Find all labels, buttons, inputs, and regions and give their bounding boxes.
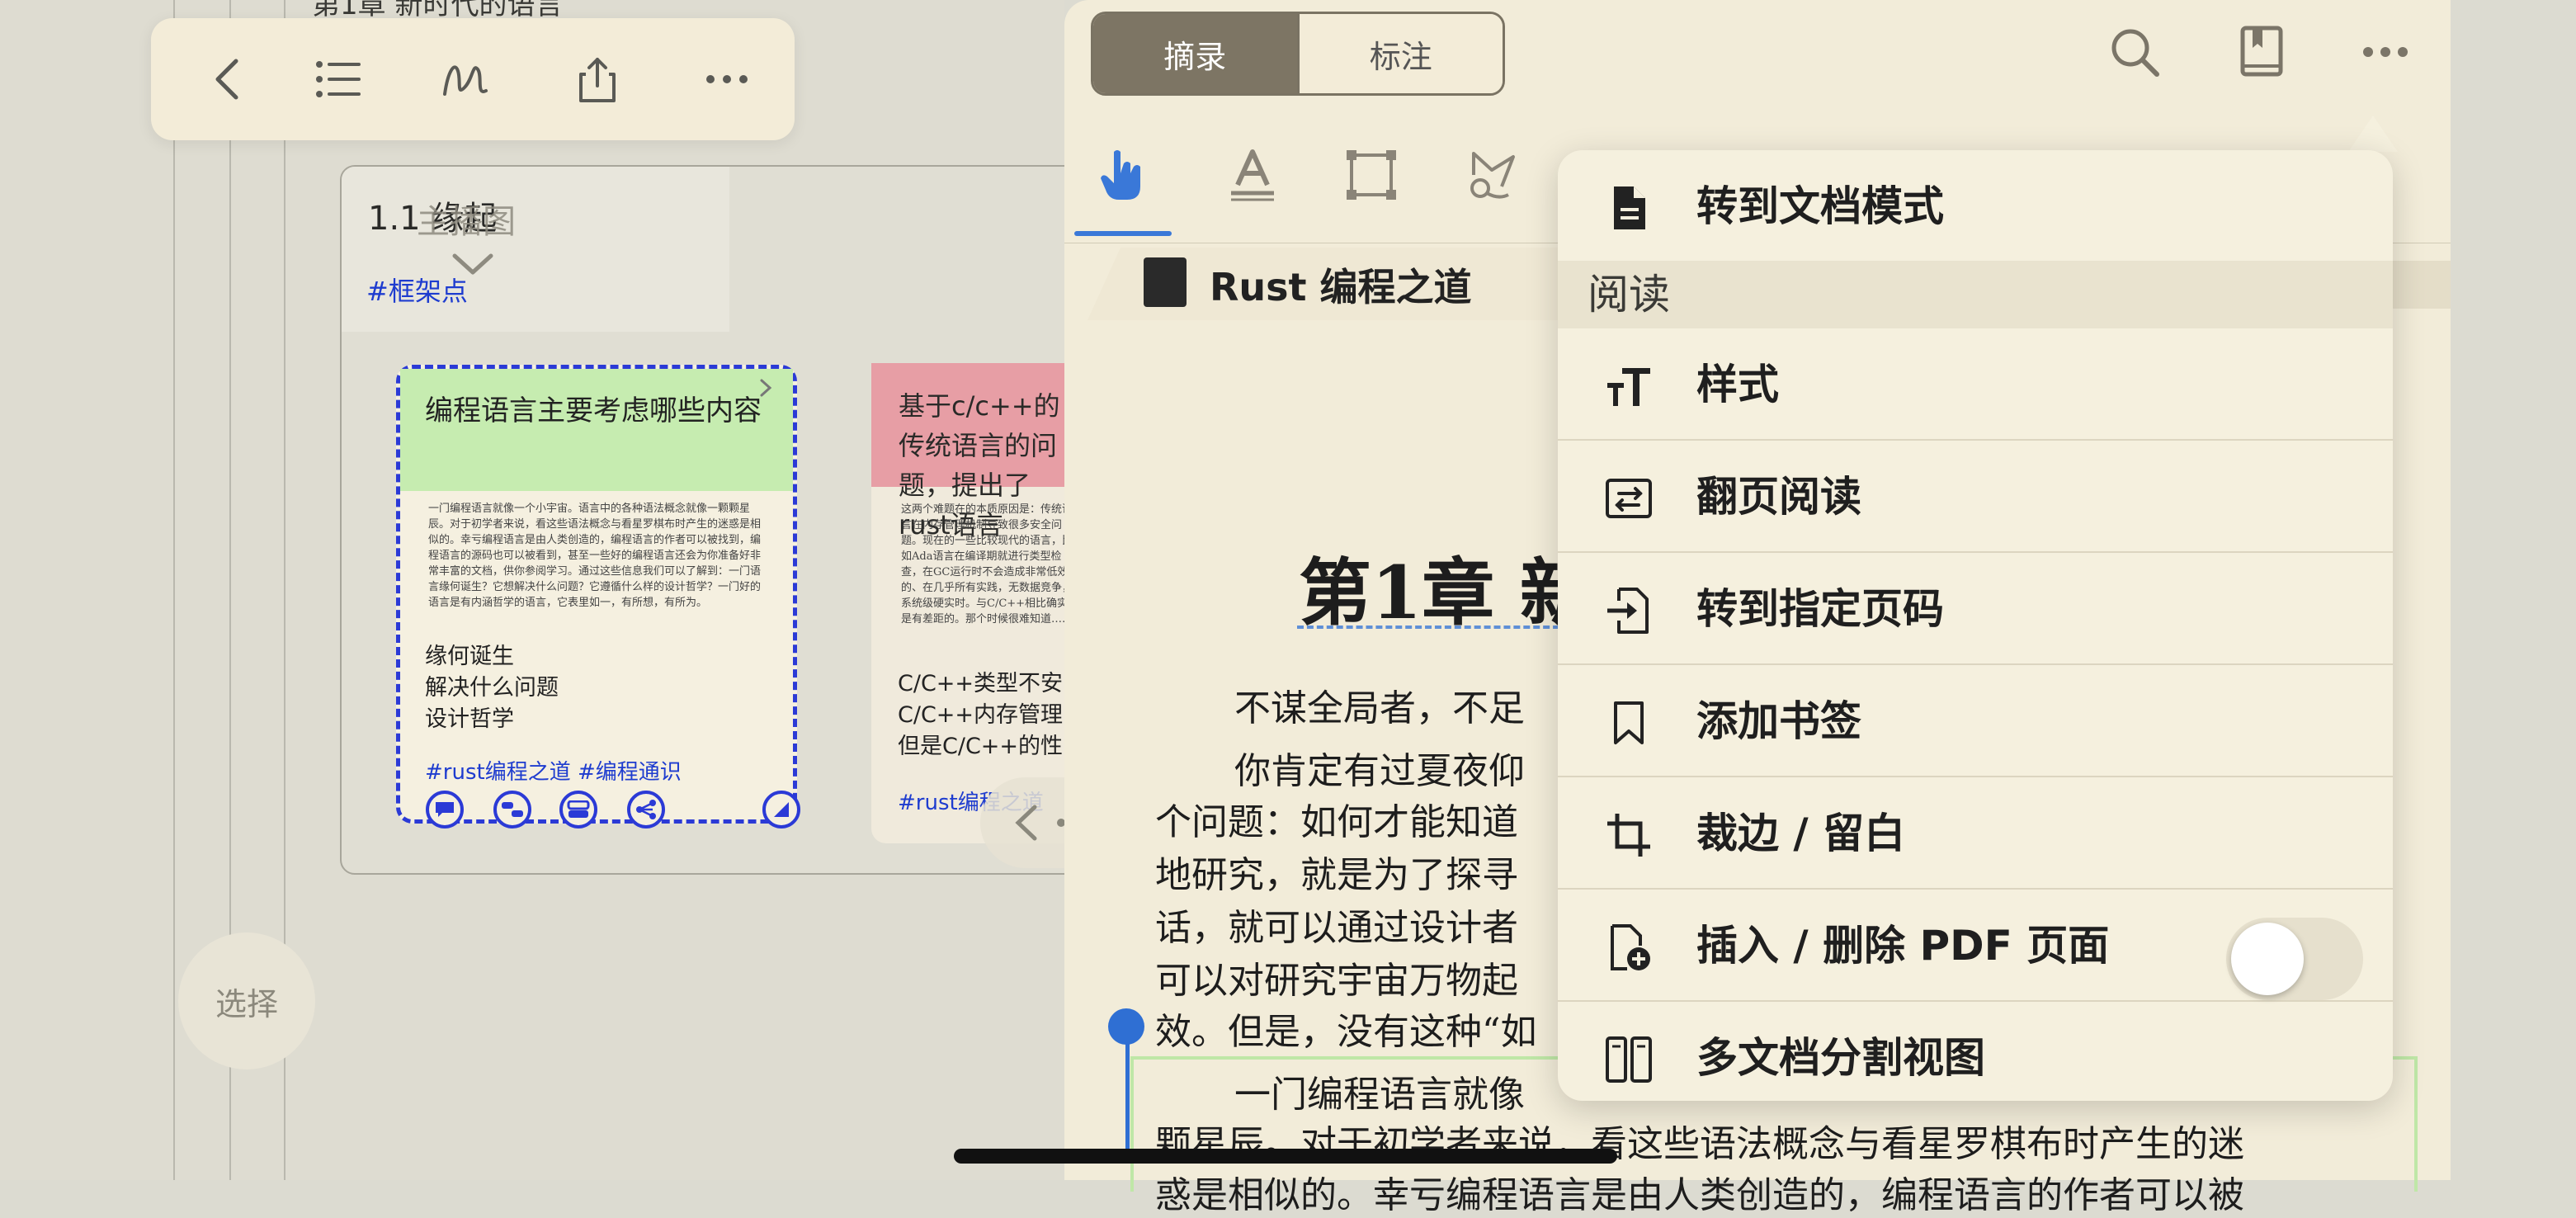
menu-section-label: 阅读 bbox=[1588, 271, 1670, 319]
card-title: 编程语言主要考虑哪些内容 bbox=[425, 394, 762, 427]
background-edge bbox=[2451, 0, 2576, 1180]
bookmark-icon bbox=[1614, 701, 1644, 744]
card-tags[interactable]: #rust编程之道 #编程通识 bbox=[425, 755, 682, 786]
pointer-hand-icon[interactable] bbox=[1094, 145, 1154, 205]
toggle-knob bbox=[2231, 923, 2304, 995]
add-sibling-node-button[interactable] bbox=[559, 791, 597, 829]
menu-item-label: 多文档分割视图 bbox=[1696, 1034, 1985, 1082]
comment-icon bbox=[436, 802, 454, 817]
branch-icon bbox=[636, 800, 656, 819]
more-icon[interactable] bbox=[2357, 23, 2414, 81]
add-page-icon bbox=[1611, 924, 1650, 970]
crop-icon bbox=[1607, 814, 1650, 857]
menu-section-header: 阅读 bbox=[1558, 261, 2393, 328]
page-turn-icon bbox=[1606, 479, 1652, 518]
card-note-line: 解决什么问题 bbox=[425, 675, 559, 701]
mode-segmented-control: 摘录 标注 bbox=[1091, 12, 1505, 96]
page-text-line: 效。但是，没有这种“如 bbox=[1155, 1011, 1537, 1053]
card-note-line: 缘何诞生 bbox=[425, 644, 514, 669]
rectangle-select-icon[interactable] bbox=[1342, 145, 1401, 205]
mindmap-card[interactable]: 基于c/c++的传统语言的问题，提出了rust语言 这两个难题在的本质原因是：传… bbox=[871, 363, 1078, 843]
page-text-line: 话，就可以通过设计者 bbox=[1155, 907, 1518, 949]
more-options-menu: 转到文档模式 阅读 样式 翻页阅读 转到指定页码 添加书签 裁边 / 留白 插入… bbox=[1558, 150, 2393, 1101]
page-text-line: 不谋全局者，不足 bbox=[1234, 687, 1525, 729]
text-highlight-icon[interactable] bbox=[1223, 145, 1282, 205]
menu-item-label: 样式 bbox=[1696, 361, 1779, 408]
menu-item-go-to-page[interactable]: 转到指定页码 bbox=[1558, 553, 2393, 665]
card-note: 缘何诞生 解决什么问题 设计哲学 bbox=[425, 641, 559, 735]
rail-divider bbox=[173, 0, 175, 1180]
page-text-line: 可以对研究宇宙万物起 bbox=[1155, 960, 1518, 1002]
menu-item-label: 翻页阅读 bbox=[1696, 473, 1861, 521]
section-tag[interactable]: #框架点 bbox=[366, 271, 468, 309]
go-to-page-icon bbox=[1607, 588, 1649, 634]
menu-item-insert-delete-pdf[interactable]: 插入 / 删除 PDF 页面 bbox=[1558, 890, 2393, 1002]
card-note-line: C/C++内存管理机制 bbox=[898, 702, 1063, 728]
back-icon[interactable] bbox=[205, 54, 254, 104]
menu-item-document-mode[interactable]: 转到文档模式 bbox=[1558, 150, 2393, 262]
draw-squiggle-icon[interactable] bbox=[440, 54, 489, 104]
mindmap-card-selected[interactable]: 编程语言主要考虑哪些内容 一门编程语言就像一个小宇宙。语言中的各种语法概念就像一… bbox=[396, 365, 797, 824]
card-excerpt: 一门编程语言就像一个小宇宙。语言中的各种语法概念就像一颗颗星辰。对于初学者来说，… bbox=[428, 503, 762, 609]
book-outline-icon[interactable] bbox=[2233, 23, 2291, 81]
share-icon[interactable] bbox=[573, 54, 622, 104]
segment-excerpt[interactable]: 摘录 bbox=[1093, 14, 1297, 93]
menu-item-label: 转到文档模式 bbox=[1696, 182, 1944, 230]
branch-node-button[interactable] bbox=[627, 791, 665, 829]
home-indicator[interactable] bbox=[954, 1149, 1617, 1164]
insert-pdf-toggle[interactable] bbox=[2226, 918, 2363, 1000]
previous-arrow-icon[interactable] bbox=[1008, 804, 1045, 842]
card-note: C/C++类型不安全 C/C++内存管理机制 但是C/C++的性能 bbox=[898, 668, 1063, 762]
document-icon bbox=[1614, 186, 1645, 229]
document-title: Rust 编程之道 bbox=[1210, 265, 1472, 309]
menu-item-label: 添加书签 bbox=[1696, 697, 1861, 745]
lasso-icon[interactable] bbox=[1462, 145, 1522, 205]
section-overlay-label: 主播图 bbox=[417, 203, 516, 241]
menu-item-crop[interactable]: 裁边 / 留白 bbox=[1558, 777, 2393, 890]
selection-handle[interactable] bbox=[1108, 1008, 1144, 1045]
chapter-heading: 第1章 新 bbox=[1299, 550, 1592, 635]
page-text-line: 地研究，就是为了探寻 bbox=[1155, 854, 1518, 896]
page-text-line: 个问题：如何才能知道 bbox=[1155, 801, 1518, 843]
search-icon[interactable] bbox=[2106, 23, 2163, 81]
heading-annotation-underline bbox=[1297, 626, 1569, 629]
selection-handle-line bbox=[1125, 1041, 1130, 1157]
book-cover-thumbnail bbox=[1144, 257, 1187, 307]
more-icon[interactable] bbox=[702, 54, 752, 104]
resize-node-button[interactable] bbox=[762, 791, 800, 829]
menu-caret bbox=[2348, 116, 2398, 152]
menu-item-label: 裁边 / 留白 bbox=[1696, 810, 1906, 857]
select-button[interactable]: 选择 bbox=[178, 932, 315, 1069]
add-child-node-button[interactable] bbox=[493, 791, 531, 829]
card-note-line: 但是C/C++的性能 bbox=[898, 734, 1063, 759]
menu-item-label: 转到指定页码 bbox=[1696, 585, 1944, 633]
card-excerpt: 这两个难题在的本质原因是：传统语言在内存管理机制导致很多安全问题。现在的一些比较… bbox=[901, 503, 1073, 626]
sibling-node-icon bbox=[567, 800, 590, 818]
card-expand-icon[interactable] bbox=[755, 377, 776, 399]
menu-item-label: 插入 / 删除 PDF 页面 bbox=[1696, 922, 2110, 970]
active-tool-indicator bbox=[1074, 231, 1172, 236]
resize-corner-icon bbox=[774, 802, 789, 817]
split-view-icon bbox=[1606, 1036, 1652, 1083]
card-note-line: C/C++类型不安全 bbox=[898, 671, 1063, 696]
outline-list-icon[interactable] bbox=[313, 54, 362, 104]
page-text-line: 你肯定有过夏夜仰 bbox=[1234, 750, 1525, 792]
text-size-icon bbox=[1607, 368, 1650, 406]
menu-item-split-view[interactable]: 多文档分割视图 bbox=[1558, 1002, 2393, 1101]
menu-item-style[interactable]: 样式 bbox=[1558, 328, 2393, 441]
comment-node-button[interactable] bbox=[426, 791, 464, 829]
segment-annotation[interactable]: 标注 bbox=[1296, 14, 1503, 93]
mindmap-toolbar bbox=[151, 18, 795, 140]
menu-item-add-bookmark[interactable]: 添加书签 bbox=[1558, 665, 2393, 777]
menu-item-page-turn[interactable]: 翻页阅读 bbox=[1558, 441, 2393, 553]
card-note-line: 设计哲学 bbox=[425, 706, 514, 732]
child-node-icon bbox=[502, 802, 523, 817]
